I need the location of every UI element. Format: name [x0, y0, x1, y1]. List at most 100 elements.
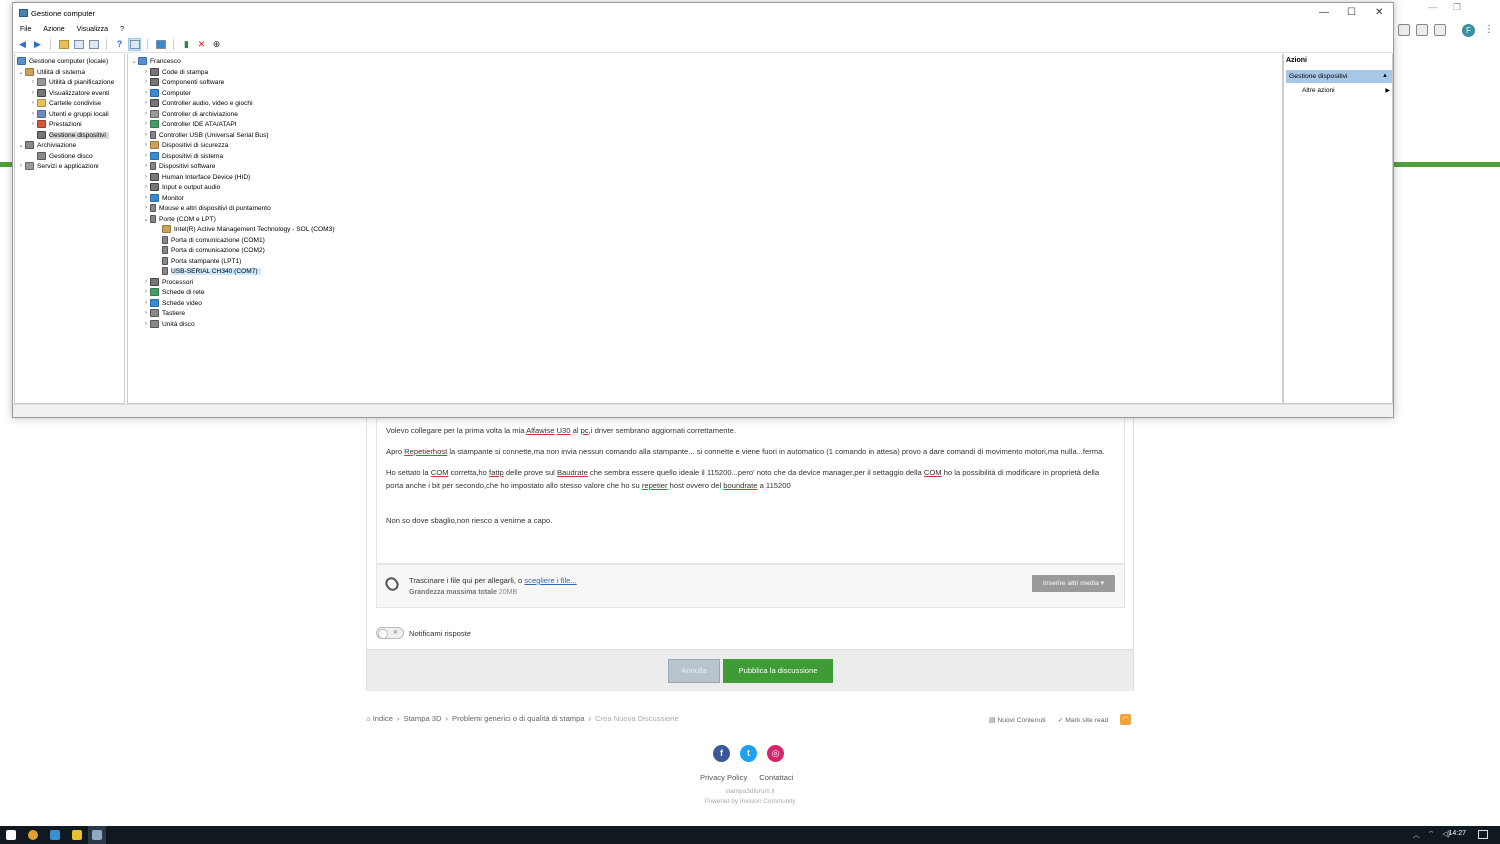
device-port-item[interactable]: Porta stampante (LPT1) — [162, 256, 241, 266]
device-category[interactable]: › Controller audio, video e giochi — [142, 98, 253, 108]
computer-management-taskbar-icon[interactable] — [92, 830, 102, 840]
cancel-button[interactable]: Annulla — [668, 659, 720, 683]
browser-menu-icon[interactable]: ⋮ — [1484, 24, 1494, 35]
port-icon — [162, 257, 168, 265]
device-category[interactable]: › Tastiere — [142, 308, 185, 318]
device-category[interactable]: › Human Interface Device (HID) — [142, 172, 250, 182]
instagram-icon[interactable]: ◎ — [767, 745, 784, 762]
insert-media-button[interactable]: Inserire altri media ▾ — [1032, 575, 1115, 592]
network-icon[interactable]: ⌔ — [1428, 830, 1435, 840]
uninstall-icon[interactable]: ✕ — [195, 38, 208, 51]
monitor-scan-icon[interactable] — [154, 38, 167, 51]
update-driver-icon[interactable]: ▮ — [180, 38, 193, 51]
device-category[interactable]: › Dispositivi software — [142, 161, 215, 171]
more-actions[interactable]: Altre azioni ▶ — [1302, 85, 1390, 97]
tree-node-task-scheduler[interactable]: › Utilità di pianificazione — [29, 77, 114, 87]
back-arrow-icon[interactable]: ◀ — [16, 38, 29, 51]
tray-chevron-icon[interactable]: ︿ — [1413, 830, 1420, 840]
port-icon — [162, 267, 168, 275]
device-category[interactable]: › Unità disco — [142, 319, 195, 329]
port-icon — [162, 246, 168, 254]
post-editor[interactable]: Volevo collegare per la prima volta la m… — [376, 418, 1125, 564]
device-category-ports[interactable]: ⌄ Porte (COM e LPT) — [142, 214, 216, 224]
forward-arrow-icon[interactable]: ▶ — [31, 38, 44, 51]
title-bar[interactable]: Gestione computer — ☐ ✕ — [13, 3, 1393, 23]
tree-node-shared-folders[interactable]: › Cartelle condivise — [29, 98, 101, 108]
tree-node-services-apps[interactable]: › Servizi e applicazioni — [17, 161, 99, 171]
clock[interactable]: 14:27 — [1448, 830, 1466, 837]
device-port-item-selected[interactable]: USB-SERIAL CH340 (COM7) — [162, 266, 261, 276]
printer-icon — [150, 68, 159, 76]
device-root[interactable]: ⌄ Francesco — [130, 56, 181, 66]
device-category[interactable]: › Input e output audio — [142, 182, 220, 192]
menu-azione[interactable]: Azione — [43, 26, 64, 33]
menu-help[interactable]: ? — [120, 26, 124, 33]
device-category[interactable]: › Monitor — [142, 193, 184, 203]
minimize-button[interactable]: — — [1319, 7, 1329, 18]
download-icon[interactable]: ⊕ — [210, 38, 223, 51]
breadcrumb-stampa3d[interactable]: Stampa 3D — [404, 714, 442, 723]
device-port-item[interactable]: Porta di comunicazione (COM1) — [162, 235, 265, 245]
tree-node-root[interactable]: Gestione computer (locale) — [17, 56, 108, 66]
properties-icon[interactable] — [87, 38, 100, 51]
extension-icon[interactable] — [1398, 24, 1410, 36]
facebook-icon[interactable]: f — [713, 745, 730, 762]
mark-read-link[interactable]: ✓ Mark site read — [1058, 716, 1109, 724]
tree-node-device-manager[interactable]: Gestione dispositivi — [37, 130, 109, 140]
device-category[interactable]: › Controller USB (Universal Serial Bus) — [142, 130, 269, 140]
menu-file[interactable]: File — [20, 26, 31, 33]
actions-header: Azioni — [1286, 57, 1307, 64]
tree-node-event-viewer[interactable]: › Visualizzatore eventi — [29, 88, 109, 98]
close-button[interactable]: ✕ — [1375, 7, 1383, 18]
device-category[interactable]: › Code di stampa — [142, 67, 208, 77]
notification-icon[interactable] — [1478, 830, 1488, 839]
notify-toggle[interactable] — [376, 627, 404, 639]
extension-icon[interactable] — [1434, 24, 1446, 36]
maximize-button[interactable]: ☐ — [1347, 7, 1356, 18]
tree-node-disk-management[interactable]: Gestione disco — [37, 151, 93, 161]
show-hide-tree-icon[interactable] — [72, 38, 85, 51]
device-category[interactable]: › Computer — [142, 88, 191, 98]
device-port-item[interactable]: Intel(R) Active Management Technology - … — [162, 224, 335, 234]
up-folder-icon[interactable] — [57, 38, 70, 51]
publish-button[interactable]: Pubblica la discussione — [723, 659, 833, 683]
mail-icon[interactable] — [50, 830, 60, 840]
twitter-icon[interactable]: t — [740, 745, 757, 762]
choose-files-link[interactable]: scegliere i file... — [524, 576, 576, 585]
rss-icon[interactable]: ◠ — [1120, 714, 1132, 725]
start-icon[interactable] — [6, 830, 16, 840]
system-tray: ︿ ⌔ ◁) — [1413, 830, 1450, 840]
device-category[interactable]: › Schede di rete — [142, 287, 205, 297]
attachment-dropzone[interactable]: Trascinare i file qui per allegarli, o s… — [376, 564, 1125, 608]
tree-node-storage[interactable]: ⌄ Archiviazione — [17, 140, 76, 150]
breadcrumb-category[interactable]: Problemi generici o di qualità di stampa — [452, 714, 585, 723]
tree-node-local-users[interactable]: › Utenti e gruppi locali — [29, 109, 109, 119]
tree-node-system-tools[interactable]: ⌄ Utilità di sistema — [17, 67, 85, 77]
device-category[interactable]: › Mouse e altri dispositivi di puntamento — [142, 203, 271, 213]
privacy-link[interactable]: Privacy Policy — [700, 773, 747, 782]
footer-powered[interactable]: Powered by Invision Community — [0, 798, 1500, 805]
menu-visualizza[interactable]: Visualizza — [77, 26, 108, 33]
help-icon[interactable]: ? — [113, 38, 126, 51]
device-port-item[interactable]: Porta di comunicazione (COM2) — [162, 245, 265, 255]
device-category[interactable]: › Controller di archiviazione — [142, 109, 238, 119]
breadcrumb-home[interactable]: ⌂ Indice — [366, 714, 393, 723]
device-category[interactable]: › Componenti software — [142, 77, 224, 87]
port-icon — [150, 215, 156, 223]
device-category[interactable]: › Controller IDE ATA/ATAPI — [142, 119, 237, 129]
chevron-right-icon: ▶ — [1385, 88, 1390, 94]
new-content-link[interactable]: ▤ Nuovi Contenuti — [989, 716, 1046, 724]
device-category[interactable]: › Dispositivi di sicurezza — [142, 140, 228, 150]
device-category[interactable]: › Schede video — [142, 298, 202, 308]
security-device-icon — [150, 141, 159, 149]
contact-link[interactable]: Contattaci — [759, 773, 793, 782]
view-pane-icon[interactable] — [128, 37, 141, 51]
device-category[interactable]: › Processori — [142, 277, 193, 287]
device-category[interactable]: › Dispositivi di sistema — [142, 151, 223, 161]
bookmark-icon[interactable] — [1416, 24, 1428, 36]
actions-group-device-manager[interactable]: Gestione dispositivi ▲ — [1286, 70, 1392, 83]
browser-profile-avatar[interactable]: F — [1462, 24, 1475, 37]
file-explorer-icon[interactable] — [72, 830, 82, 840]
chrome-icon[interactable] — [28, 830, 38, 840]
tree-node-performance[interactable]: › Prestazioni — [29, 119, 82, 129]
